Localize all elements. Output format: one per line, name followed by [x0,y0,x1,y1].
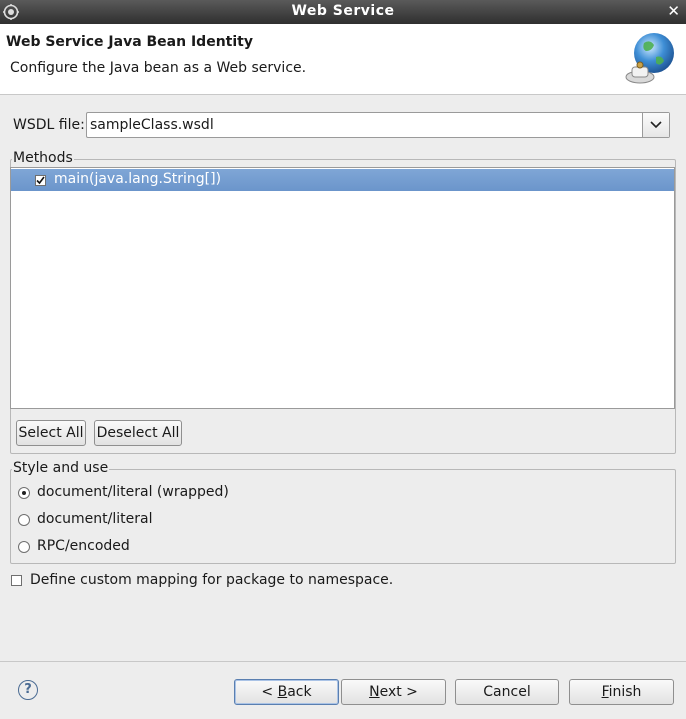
chevron-down-icon [650,121,662,129]
option-label: RPC/encoded [37,538,130,554]
next-mnemonic: N [369,684,380,700]
page-title: Web Service Java Bean Identity [6,34,253,50]
methods-list[interactable]: main(java.lang.String[]) [10,167,675,409]
page-description: Configure the Java bean as a Web service… [10,60,307,76]
help-icon[interactable]: ? [18,680,38,700]
custom-mapping-label: Define custom mapping for package to nam… [30,572,394,588]
wsdl-file-combo[interactable]: sampleClass.wsdl [86,112,670,138]
wsdl-file-label: WSDL file: [13,117,85,133]
back-button[interactable]: < Back [234,679,339,705]
radio-document-literal[interactable] [18,514,30,526]
window-title: Web Service [291,3,395,19]
finish-mnemonic: F [601,684,609,700]
deselect-all-button[interactable]: Deselect All [94,420,182,446]
radio-document-literal-wrapped[interactable] [18,487,30,499]
wizard-header: Web Service Java Bean Identity Configure… [0,24,686,95]
footer-separator [0,661,686,662]
select-all-button[interactable]: Select All [16,420,86,446]
checkmark-icon [36,176,45,185]
cancel-button[interactable]: Cancel [455,679,559,705]
finish-button[interactable]: Finish [569,679,674,705]
wsdl-file-value: sampleClass.wsdl [90,117,214,133]
custom-mapping-checkbox[interactable] [11,575,22,586]
web-service-globe-icon [625,33,674,84]
style-group-label: Style and use [12,460,110,476]
wsdl-dropdown-button[interactable] [642,113,669,137]
close-icon[interactable]: ✕ [667,2,680,20]
window-titlebar[interactable]: Web Service ✕ [0,0,686,24]
option-label: document/literal [37,511,153,527]
methods-group-label: Methods [12,150,74,166]
option-label: document/literal (wrapped) [37,484,229,500]
method-checkbox[interactable] [35,175,46,186]
method-label: main(java.lang.String[]) [54,171,222,187]
back-mnemonic: B [277,684,288,700]
back-rest: ack [287,684,312,700]
finish-rest: inish [608,684,642,700]
next-button[interactable]: Next > [341,679,446,705]
radio-rpc-encoded[interactable] [18,541,30,553]
back-prefix: < [261,684,278,700]
next-rest: ext > [379,684,418,700]
list-item[interactable]: main(java.lang.String[]) [11,169,674,191]
